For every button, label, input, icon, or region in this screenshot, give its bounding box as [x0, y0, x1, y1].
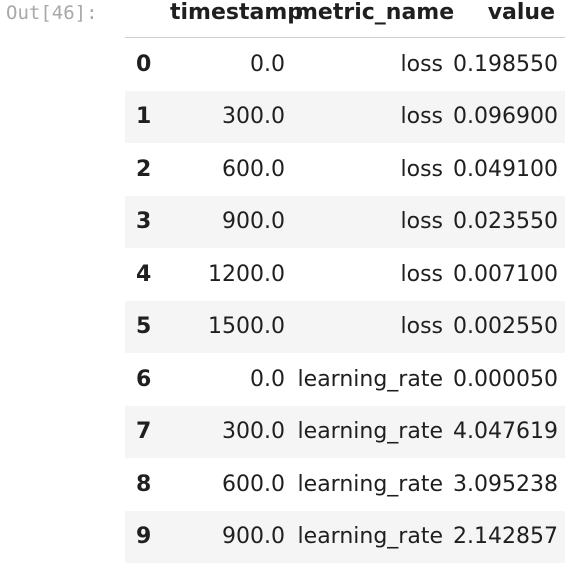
- cell-metric-name: loss: [400, 261, 444, 287]
- table-row: 8 600.0 learning_rate 3.095238: [125, 458, 565, 511]
- table-row: 0 0.0 loss 0.198550: [125, 38, 565, 91]
- table-header: timestamp metric_name value: [125, 0, 565, 38]
- row-index: 5: [136, 314, 152, 340]
- cell-metric-name: learning_rate: [297, 471, 443, 497]
- table-row: 2 600.0 loss 0.049100: [125, 143, 565, 196]
- cell-timestamp: 300.0: [222, 104, 285, 130]
- cell-value: 4.047619: [453, 419, 558, 445]
- dataframe-output: timestamp metric_name value 0 0.0 loss 0…: [125, 0, 565, 563]
- cell-value: 0.096900: [453, 104, 558, 130]
- cell-value: 0.000050: [453, 366, 558, 392]
- header-row: timestamp metric_name value: [125, 0, 565, 38]
- cell-metric-name: learning_rate: [297, 419, 443, 445]
- dataframe-table: timestamp metric_name value 0 0.0 loss 0…: [125, 0, 565, 563]
- index-column-header: [125, 0, 170, 38]
- row-index: 7: [136, 419, 152, 445]
- cell-metric-name: loss: [400, 314, 444, 340]
- row-index: 3: [136, 209, 152, 235]
- table-row: 5 1500.0 loss 0.002550: [125, 300, 565, 353]
- cell-value: 2.142857: [453, 524, 558, 550]
- table-row: 4 1200.0 loss 0.007100: [125, 248, 565, 301]
- cell-timestamp: 900.0: [222, 209, 285, 235]
- row-index: 2: [136, 156, 152, 182]
- cell-value: 0.023550: [453, 209, 558, 235]
- cell-value: 0.198550: [453, 51, 558, 77]
- cell-metric-name: loss: [400, 156, 444, 182]
- row-index: 1: [136, 104, 152, 130]
- row-index: 0: [136, 51, 152, 77]
- cell-metric-name: loss: [400, 51, 444, 77]
- cell-metric-name: loss: [400, 104, 444, 130]
- cell-metric-name: loss: [400, 209, 444, 235]
- cell-metric-name: learning_rate: [297, 366, 443, 392]
- row-index: 6: [136, 366, 152, 392]
- column-header-value: value: [453, 0, 565, 38]
- column-header-metric-name: metric_name: [295, 0, 454, 38]
- cell-value: 0.049100: [453, 156, 558, 182]
- output-prompt: Out[46]:: [6, 2, 98, 24]
- cell-timestamp: 300.0: [222, 419, 285, 445]
- cell-timestamp: 600.0: [222, 471, 285, 497]
- cell-timestamp: 1500.0: [208, 314, 285, 340]
- cell-metric-name: learning_rate: [297, 524, 443, 550]
- row-index: 4: [136, 261, 152, 287]
- cell-value: 0.007100: [453, 261, 558, 287]
- cell-timestamp: 0.0: [250, 51, 285, 77]
- table-row: 7 300.0 learning_rate 4.047619: [125, 405, 565, 458]
- cell-timestamp: 0.0: [250, 366, 285, 392]
- cell-timestamp: 900.0: [222, 524, 285, 550]
- cell-value: 0.002550: [453, 314, 558, 340]
- row-index: 8: [136, 471, 152, 497]
- table-body: 0 0.0 loss 0.198550 1 300.0 loss 0.09690…: [125, 38, 565, 563]
- row-index: 9: [136, 524, 152, 550]
- table-row: 6 0.0 learning_rate 0.000050: [125, 353, 565, 406]
- column-header-timestamp: timestamp: [170, 0, 303, 38]
- cell-timestamp: 1200.0: [208, 261, 285, 287]
- cell-value: 3.095238: [453, 471, 558, 497]
- table-row: 1 300.0 loss 0.096900: [125, 90, 565, 143]
- table-row: 3 900.0 loss 0.023550: [125, 195, 565, 248]
- table-row: 9 900.0 learning_rate 2.142857: [125, 510, 565, 563]
- cell-timestamp: 600.0: [222, 156, 285, 182]
